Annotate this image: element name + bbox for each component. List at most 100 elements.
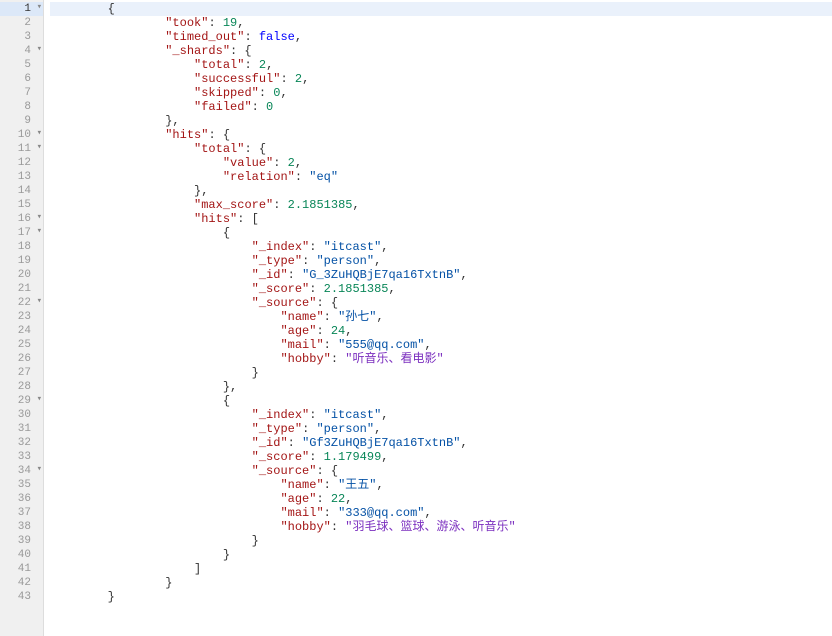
code-line[interactable]: "name": "王五", [50,478,832,492]
line-number[interactable]: 2 [0,16,43,30]
line-number[interactable]: 1▾ [0,2,43,16]
line-number[interactable]: 38 [0,520,43,534]
line-number[interactable]: 6 [0,72,43,86]
line-number[interactable]: 21 [0,282,43,296]
code-line[interactable]: "hits": { [50,128,832,142]
fold-toggle-icon[interactable]: ▾ [33,129,42,138]
line-number[interactable]: 35 [0,478,43,492]
line-number[interactable]: 29▾ [0,394,43,408]
code-line[interactable]: } [50,590,832,604]
code-line[interactable]: "_index": "itcast", [50,408,832,422]
line-number[interactable]: 23 [0,310,43,324]
code-line[interactable]: "age": 22, [50,492,832,506]
code-line[interactable]: "mail": "555@qq.com", [50,338,832,352]
code-line[interactable]: } [50,366,832,380]
token-punct: } [252,534,259,548]
code-line[interactable]: { [50,394,832,408]
code-line[interactable]: "successful": 2, [50,72,832,86]
code-line[interactable]: "_source": { [50,296,832,310]
code-line[interactable]: "_shards": { [50,44,832,58]
line-number[interactable]: 20 [0,268,43,282]
code-line[interactable]: } [50,576,832,590]
line-number[interactable]: 27 [0,366,43,380]
code-line[interactable]: "failed": 0 [50,100,832,114]
line-number[interactable]: 30 [0,408,43,422]
code-line[interactable]: "relation": "eq" [50,170,832,184]
fold-toggle-icon[interactable]: ▾ [33,395,42,404]
line-number[interactable]: 37 [0,506,43,520]
line-number[interactable]: 41 [0,562,43,576]
code-line[interactable]: "age": 24, [50,324,832,338]
line-number[interactable]: 31 [0,422,43,436]
line-number[interactable]: 33 [0,450,43,464]
code-line[interactable]: } [50,548,832,562]
line-number[interactable]: 16▾ [0,212,43,226]
line-number[interactable]: 43 [0,590,43,604]
code-line[interactable]: "_source": { [50,464,832,478]
code-line[interactable]: "_type": "person", [50,422,832,436]
line-number[interactable]: 9 [0,114,43,128]
code-line[interactable]: "max_score": 2.1851385, [50,198,832,212]
code-line[interactable]: }, [50,114,832,128]
code-line[interactable]: { [50,2,832,16]
fold-toggle-icon[interactable]: ▾ [33,227,42,236]
code-line[interactable]: "_score": 1.179499, [50,450,832,464]
fold-toggle-icon[interactable]: ▾ [33,297,42,306]
fold-toggle-icon[interactable]: ▾ [33,465,42,474]
line-number[interactable]: 22▾ [0,296,43,310]
line-number[interactable]: 24 [0,324,43,338]
line-number[interactable]: 7 [0,86,43,100]
code-area[interactable]: { "took": 19, "timed_out": false, "_shar… [44,0,832,636]
line-number[interactable]: 26 [0,352,43,366]
code-line[interactable]: "hobby": "羽毛球、篮球、游泳、听音乐" [50,520,832,534]
line-number[interactable]: 12 [0,156,43,170]
code-line[interactable]: "_type": "person", [50,254,832,268]
line-number[interactable]: 32 [0,436,43,450]
code-line[interactable]: } [50,534,832,548]
line-number[interactable]: 5 [0,58,43,72]
code-line[interactable]: "hits": [ [50,212,832,226]
line-number[interactable]: 11▾ [0,142,43,156]
code-line[interactable]: "value": 2, [50,156,832,170]
code-line[interactable]: "timed_out": false, [50,30,832,44]
code-line[interactable]: ] [50,562,832,576]
line-number[interactable]: 25 [0,338,43,352]
line-number[interactable]: 14 [0,184,43,198]
line-number[interactable]: 8 [0,100,43,114]
fold-toggle-icon[interactable]: ▾ [33,213,42,222]
token-punct: : [331,520,345,534]
code-line[interactable]: "total": 2, [50,58,832,72]
code-line[interactable]: }, [50,184,832,198]
code-line[interactable]: "_score": 2.1851385, [50,282,832,296]
line-number[interactable]: 19 [0,254,43,268]
code-line[interactable]: }, [50,380,832,394]
code-line[interactable]: { [50,226,832,240]
line-number[interactable]: 40 [0,548,43,562]
line-number-gutter[interactable]: 1▾234▾5678910▾11▾1213141516▾17▾181920212… [0,0,44,636]
line-number[interactable]: 3 [0,30,43,44]
fold-toggle-icon[interactable]: ▾ [33,3,42,12]
code-line[interactable]: "_id": "Gf3ZuHQBjE7qa16TxtnB", [50,436,832,450]
line-number[interactable]: 4▾ [0,44,43,58]
code-line[interactable]: "name": "孙七", [50,310,832,324]
code-line[interactable]: "hobby": "听音乐、看电影" [50,352,832,366]
token-key: "_shards" [165,44,230,58]
code-line[interactable]: "total": { [50,142,832,156]
fold-toggle-icon[interactable]: ▾ [33,143,42,152]
code-line[interactable]: "_index": "itcast", [50,240,832,254]
line-number[interactable]: 28 [0,380,43,394]
code-line[interactable]: "took": 19, [50,16,832,30]
line-number[interactable]: 18 [0,240,43,254]
code-line[interactable]: "_id": "G_3ZuHQBjE7qa16TxtnB", [50,268,832,282]
code-line[interactable]: "mail": "333@qq.com", [50,506,832,520]
line-number[interactable]: 13 [0,170,43,184]
line-number[interactable]: 42 [0,576,43,590]
code-line[interactable]: "skipped": 0, [50,86,832,100]
line-number[interactable]: 39 [0,534,43,548]
line-number[interactable]: 36 [0,492,43,506]
line-number[interactable]: 15 [0,198,43,212]
line-number[interactable]: 34▾ [0,464,43,478]
line-number[interactable]: 10▾ [0,128,43,142]
line-number[interactable]: 17▾ [0,226,43,240]
fold-toggle-icon[interactable]: ▾ [33,45,42,54]
